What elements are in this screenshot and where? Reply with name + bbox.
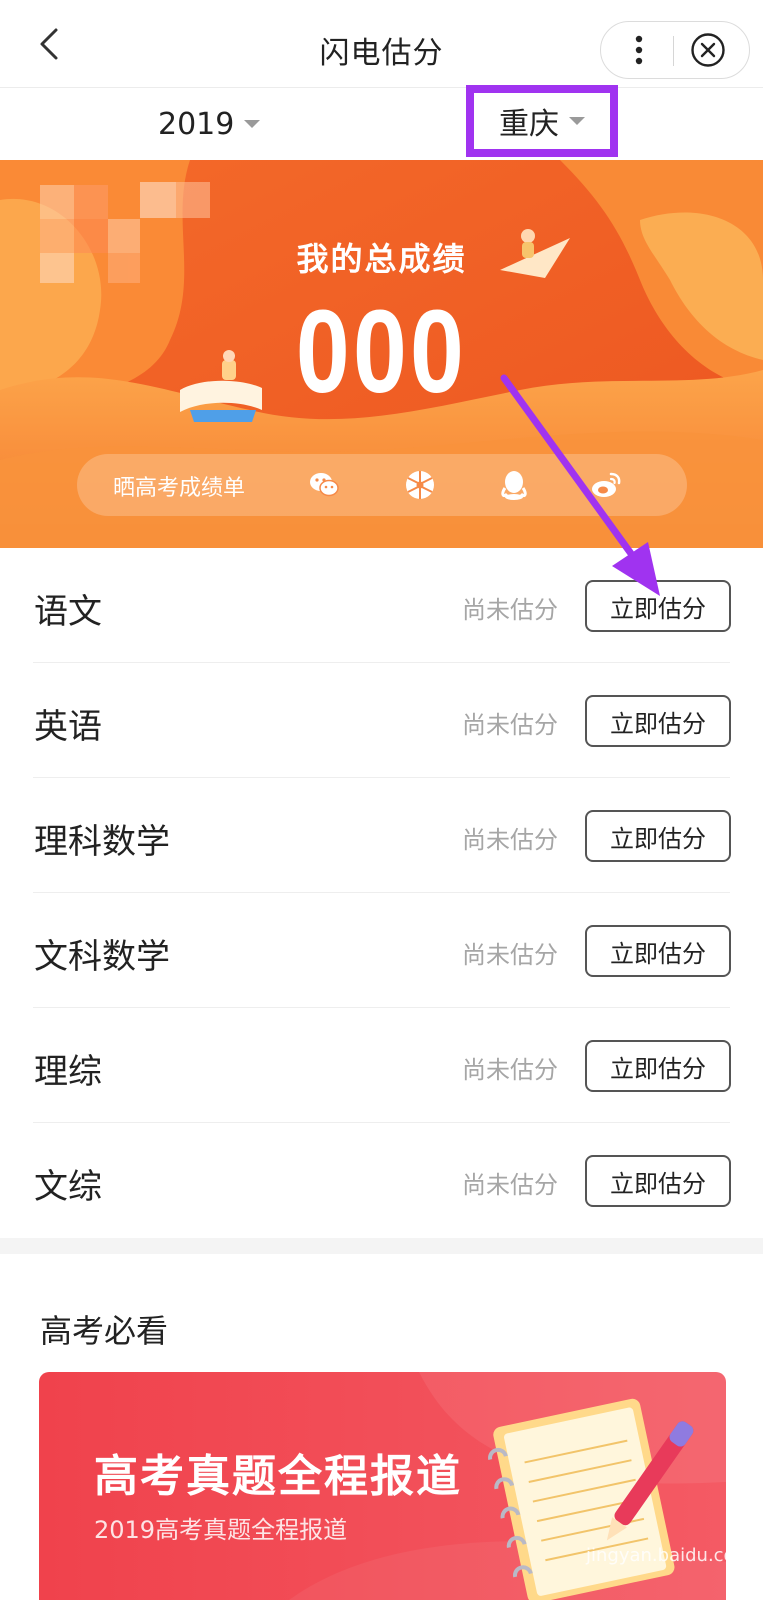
chevron-down-icon	[244, 120, 261, 128]
close-icon[interactable]	[689, 31, 727, 69]
subject-status: 尚未估分	[462, 1171, 558, 1199]
estimate-button-english[interactable]: 立即估分	[585, 695, 731, 747]
subject-name: 理科数学	[34, 822, 170, 862]
chevron-down-icon	[569, 117, 585, 125]
subject-name: 文科数学	[34, 937, 170, 977]
weibo-icon[interactable]	[589, 468, 623, 502]
subject-row-arts-math: 文科数学 尚未估分 立即估分	[0, 893, 763, 1008]
estimate-button-chinese[interactable]: 立即估分	[585, 580, 731, 632]
capsule-divider	[673, 36, 674, 66]
subject-row-science-math: 理科数学 尚未估分 立即估分	[0, 778, 763, 893]
subject-status: 尚未估分	[462, 711, 558, 739]
promo-title: 高考真题全程报道	[94, 1451, 462, 1502]
qq-icon[interactable]	[497, 468, 531, 502]
subject-name: 语文	[34, 592, 102, 632]
filter-bar: 2019 重庆	[0, 85, 763, 160]
score-banner: 我的总成绩 000 晒高考成绩单	[0, 160, 763, 548]
estimate-button-arts-math[interactable]: 立即估分	[585, 925, 731, 977]
subject-status: 尚未估分	[462, 1056, 558, 1084]
estimate-button-science-math[interactable]: 立即估分	[585, 810, 731, 862]
subject-name: 文综	[34, 1167, 102, 1207]
mini-program-capsule	[600, 21, 750, 79]
share-label: 晒高考成绩单	[113, 476, 246, 501]
estimate-button-arts-comprehensive[interactable]: 立即估分	[585, 1155, 731, 1207]
province-selector[interactable]: 重庆	[466, 85, 618, 157]
year-selector[interactable]: 2019	[158, 88, 261, 160]
must-see-title: 高考必看	[40, 1312, 169, 1350]
subject-status: 尚未估分	[462, 826, 558, 854]
subject-name: 英语	[34, 707, 102, 747]
section-gap	[0, 1238, 763, 1254]
wechat-icon[interactable]	[307, 468, 341, 502]
subject-row-arts-comprehensive: 文综 尚未估分 立即估分	[0, 1123, 763, 1238]
year-value: 2019	[158, 106, 235, 142]
promo-subtitle: 2019高考真题全程报道	[94, 1516, 348, 1544]
share-bar: 晒高考成绩单	[77, 454, 687, 516]
subject-list: 语文 尚未估分 立即估分 英语 尚未估分 立即估分 理科数学 尚未估分 立即估分…	[0, 548, 763, 1238]
top-bar: 闪电估分	[0, 0, 763, 88]
subject-row-english: 英语 尚未估分 立即估分	[0, 663, 763, 778]
subject-row-chinese: 语文 尚未估分 立即估分	[0, 548, 763, 663]
more-options-icon[interactable]	[619, 30, 659, 70]
subject-row-science-comprehensive: 理综 尚未估分 立即估分	[0, 1008, 763, 1123]
total-score-title: 我的总成绩	[296, 240, 467, 278]
subject-status: 尚未估分	[462, 941, 558, 969]
subject-status: 尚未估分	[462, 596, 558, 624]
moments-icon[interactable]	[403, 468, 437, 502]
watermark-text: jingyan.baidu.com	[586, 1545, 753, 1566]
total-score-value: 000	[295, 286, 468, 418]
subject-name: 理综	[34, 1052, 102, 1092]
province-value: 重庆	[499, 107, 559, 142]
estimate-button-science-comprehensive[interactable]: 立即估分	[585, 1040, 731, 1092]
